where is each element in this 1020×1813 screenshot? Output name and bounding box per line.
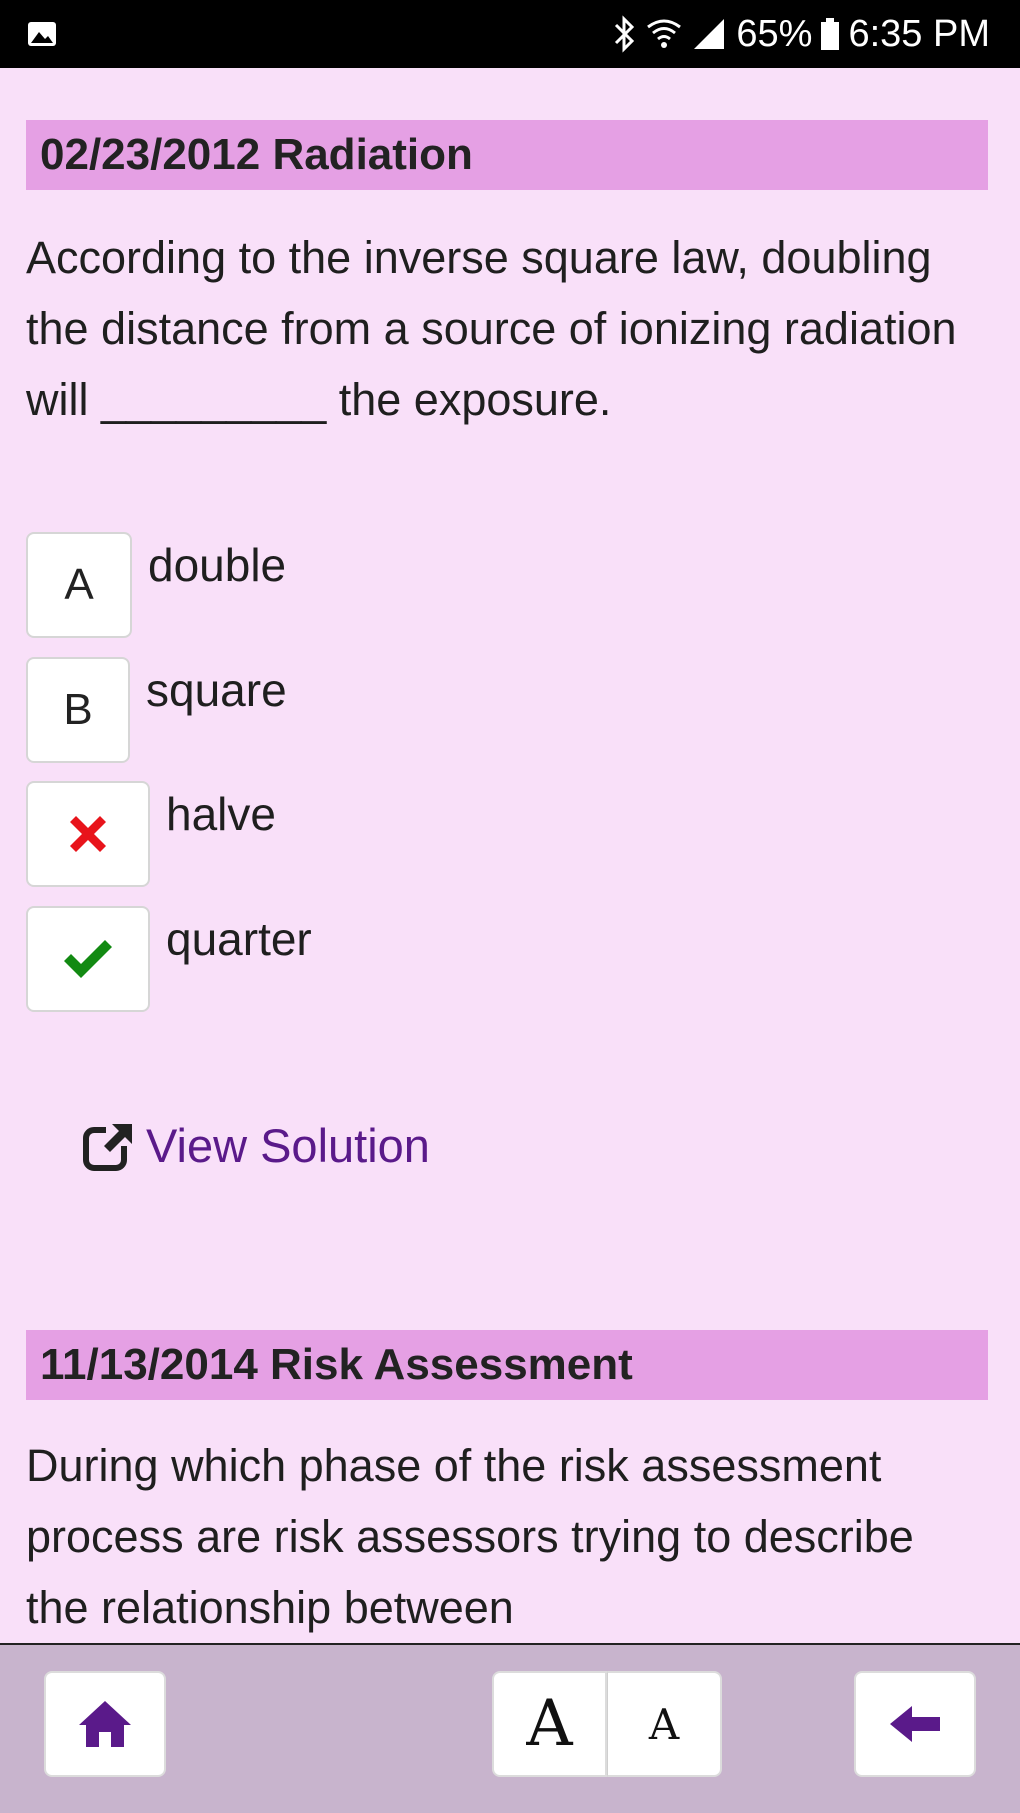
home-icon [79,1701,131,1747]
option-label-d[interactable]: quarter [166,906,312,972]
option-marker-c[interactable] [26,781,150,887]
wifi-icon [647,19,682,48]
home-button[interactable] [44,1671,166,1777]
back-button[interactable] [854,1671,976,1777]
font-larger-button[interactable]: A [492,1671,607,1777]
view-solution-link[interactable]: View Solution [82,1118,430,1173]
clock: 6:35 PM [848,12,990,55]
question-header: 02/23/2012 Radiation [26,120,988,190]
battery-icon [821,18,840,50]
gallery-icon [28,22,56,46]
view-solution-label[interactable]: View Solution [146,1118,430,1173]
arrow-left-icon [890,1706,940,1742]
status-bar: 65% 6:35 PM [0,0,1020,68]
option-marker-a[interactable]: A [26,532,132,638]
signal-icon [694,19,725,49]
question-header: 11/13/2014 Risk Assessment [26,1330,988,1400]
question-text: During which phase of the risk assessmen… [26,1440,914,1633]
battery-percent: 65% [736,12,813,55]
option-label-b[interactable]: square [146,657,287,723]
option-label-a[interactable]: double [148,532,286,598]
check-icon [64,940,112,978]
option-marker-d[interactable] [26,906,150,1012]
close-icon [70,816,106,852]
bluetooth-icon [615,15,635,53]
external-link-icon [83,1121,134,1171]
content-area[interactable]: 02/23/2012 Radiation According to the in… [0,68,1020,1643]
font-smaller-button[interactable]: A [607,1671,722,1777]
font-size-controls: A A [492,1671,722,1777]
bottom-toolbar: A A [0,1643,1020,1813]
option-label-c[interactable]: halve [166,781,276,847]
question-text: According to the inverse square law, dou… [26,232,957,425]
option-marker-b[interactable]: B [26,657,130,763]
